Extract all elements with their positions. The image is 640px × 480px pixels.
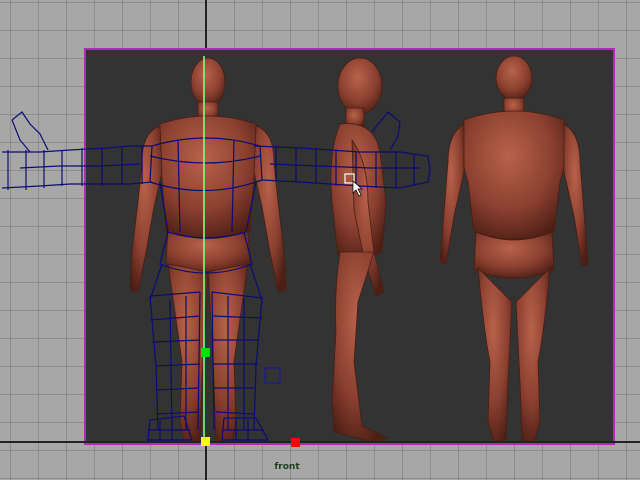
perspective-viewport[interactable]: front xyxy=(0,0,640,480)
selection-box[interactable] xyxy=(264,367,281,384)
pivot-handle[interactable] xyxy=(201,437,210,446)
control-handle-red[interactable] xyxy=(291,438,300,447)
wireframe-cage[interactable] xyxy=(1,111,431,441)
manipulator-handle[interactable] xyxy=(201,348,210,357)
camera-label: front xyxy=(274,462,300,472)
